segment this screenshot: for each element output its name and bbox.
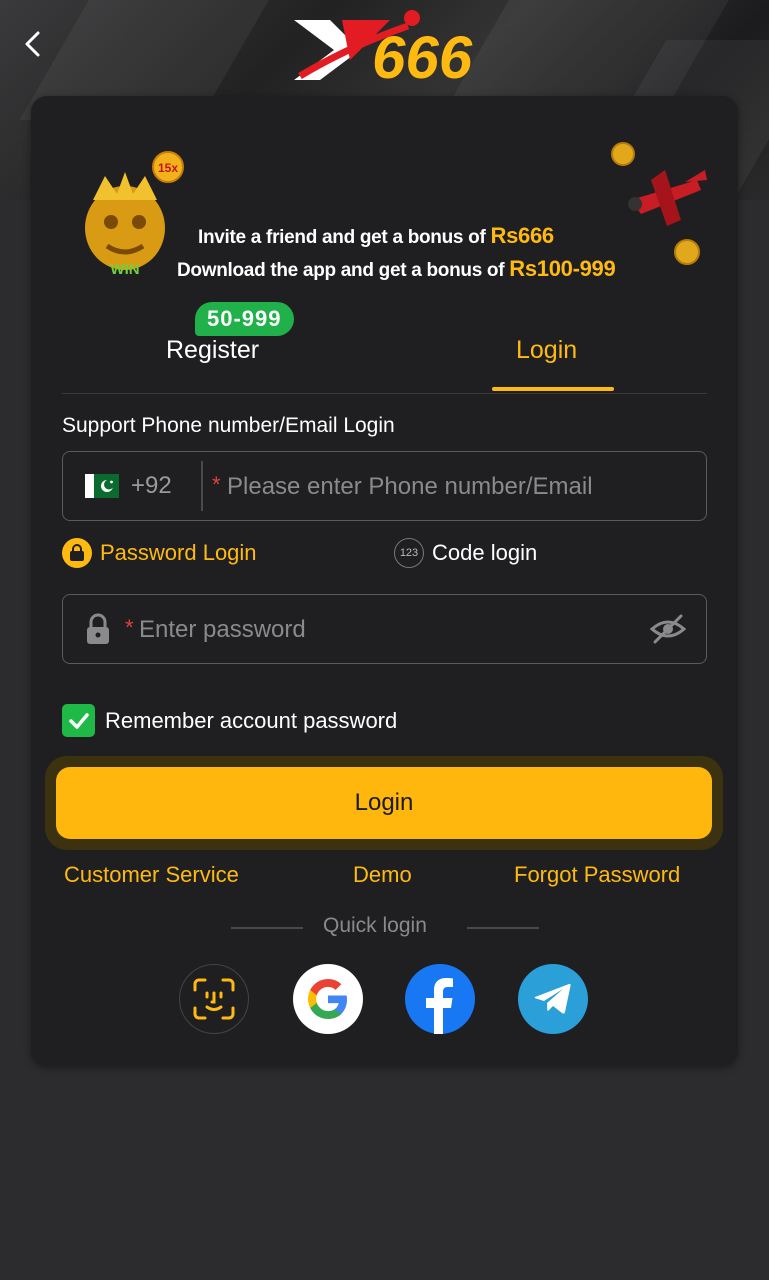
app-logo: 666	[290, 6, 480, 91]
banner-download-bonus: Rs100-999	[509, 256, 616, 281]
required-mark: *	[212, 472, 221, 497]
quick-login-label: Quick login	[323, 914, 427, 937]
code-login-label: Code login	[432, 540, 538, 565]
facebook-icon	[426, 978, 453, 1034]
telegram-icon	[534, 983, 571, 1014]
banner-invite-text: Invite a friend and get a bonus of Rs666	[198, 223, 554, 248]
svg-text:WIN: WIN	[110, 261, 139, 276]
face-id-icon	[193, 978, 235, 1020]
tab-login[interactable]: Login	[516, 336, 577, 365]
eye-slash-icon[interactable]	[649, 613, 687, 645]
svg-text:15x: 15x	[158, 161, 178, 175]
lock-icon	[87, 613, 109, 644]
auth-tabs: Register 50-999 Login	[62, 296, 707, 394]
code-123-icon: 123	[394, 538, 424, 568]
quick-login-divider-left	[231, 927, 303, 929]
quick-login-divider-right	[467, 927, 539, 929]
checkmark-icon	[68, 712, 89, 729]
active-tab-indicator	[492, 387, 614, 391]
forgot-password-link[interactable]: Forgot Password	[514, 862, 680, 888]
tab-register[interactable]: Register	[166, 336, 259, 365]
airplane-icon	[611, 142, 707, 265]
telegram-login-button[interactable]	[518, 964, 588, 1034]
back-button[interactable]	[18, 28, 50, 60]
facebook-login-button[interactable]	[405, 964, 475, 1034]
password-input[interactable]	[137, 595, 641, 665]
promo-banner: WIN 15x Invite a friend and get a bonus …	[61, 136, 711, 286]
field-divider	[201, 461, 203, 511]
remember-checkbox[interactable]	[62, 704, 95, 737]
chevron-left-icon	[25, 31, 40, 57]
remember-password[interactable]: Remember account password	[62, 704, 397, 737]
support-label: Support Phone number/Email Login	[62, 414, 395, 437]
login-card: WIN 15x Invite a friend and get a bonus …	[31, 96, 738, 1066]
register-bonus-badge: 50-999	[195, 302, 294, 336]
google-login-button[interactable]	[293, 964, 363, 1034]
password-login-option[interactable]: Password Login	[62, 536, 257, 570]
password-field[interactable]: *	[62, 594, 707, 665]
login-button[interactable]: Login	[56, 767, 712, 839]
customer-service-link[interactable]: Customer Service	[64, 862, 239, 888]
multiplier-badge-icon: 15x	[152, 151, 184, 183]
remember-label: Remember account password	[105, 707, 398, 733]
svg-text:666: 666	[372, 24, 473, 84]
login-button-glow: Login	[45, 756, 723, 850]
phone-email-input[interactable]	[225, 452, 689, 522]
demo-link[interactable]: Demo	[353, 862, 412, 888]
phone-field[interactable]: +92 *	[62, 451, 707, 522]
face-id-login-button[interactable]	[179, 964, 249, 1034]
required-mark: *	[125, 615, 134, 640]
password-login-label: Password Login	[100, 540, 257, 565]
pakistan-flag-icon	[85, 474, 119, 498]
country-code[interactable]: +92	[131, 472, 172, 500]
google-icon	[308, 979, 347, 1019]
padlock-icon	[62, 538, 92, 568]
code-login-option[interactable]: 123 Code login	[394, 536, 537, 570]
banner-invite-bonus: Rs666	[490, 223, 554, 248]
banner-download-text: Download the app and get a bonus of Rs10…	[177, 256, 616, 281]
